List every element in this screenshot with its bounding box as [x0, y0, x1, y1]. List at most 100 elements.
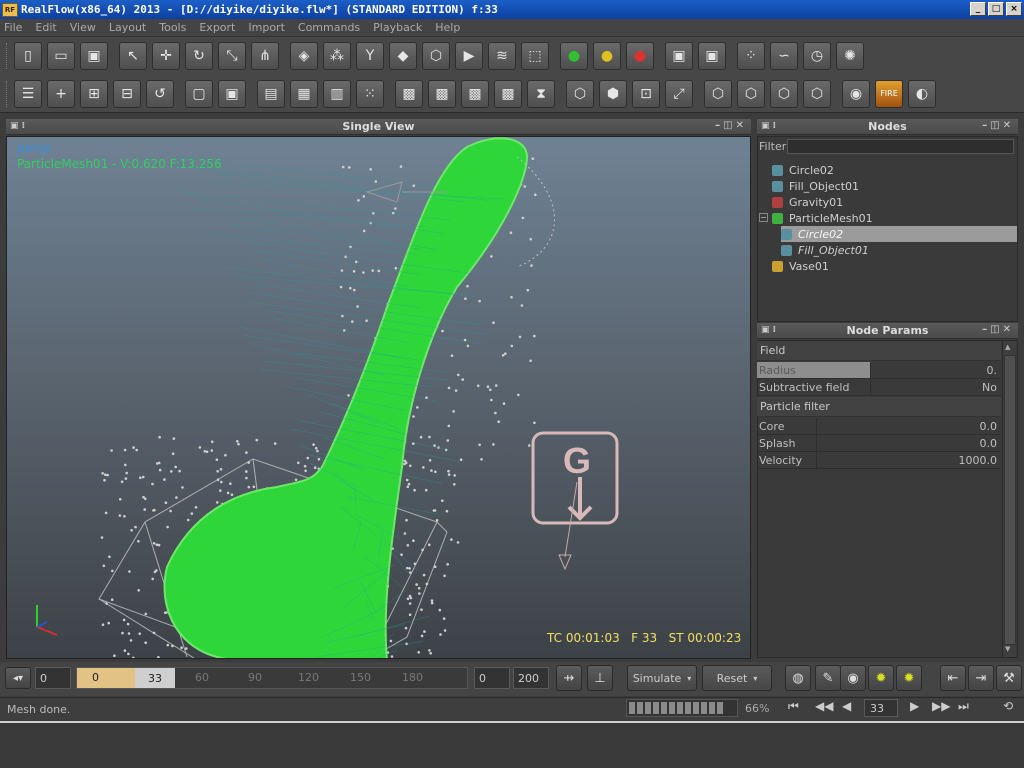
cage-b-icon[interactable]: ⬢ — [599, 79, 627, 108]
clock-icon[interactable]: ◷ — [803, 42, 831, 70]
node-item[interactable]: Vase01 — [772, 258, 1017, 274]
refresh-icon[interactable]: ↺ — [146, 79, 174, 108]
timeline-menu-icon[interactable]: ◂▾ — [5, 667, 31, 689]
scrollbar-thumb[interactable] — [1004, 355, 1016, 645]
object-icon[interactable]: ◈ — [290, 42, 318, 70]
save-red-icon[interactable]: ▣ — [698, 42, 726, 70]
new-scene-icon[interactable]: ▯ — [14, 42, 42, 70]
tree-collapse-icon[interactable]: − — [759, 213, 768, 222]
timeline-current-frame[interactable]: 33 — [135, 668, 175, 688]
frame-c-icon[interactable]: ▩ — [461, 79, 489, 108]
key-icon[interactable]: ⊥ — [587, 665, 613, 691]
filter-input[interactable] — [787, 138, 1014, 154]
batch-icon[interactable]: ⁘ — [737, 42, 765, 70]
menu-view[interactable]: View — [70, 21, 96, 34]
add-icon[interactable]: + — [47, 79, 75, 108]
node-item[interactable]: Circle02 — [772, 162, 1017, 178]
frame-input[interactable]: 33 — [864, 699, 898, 717]
frame-d-icon[interactable]: ▩ — [494, 79, 522, 108]
graph-icon[interactable]: ∽ — [770, 42, 798, 70]
cube-a-icon[interactable]: ⬡ — [704, 79, 732, 108]
panel-menu-icon[interactable]: ▣ ⁞ — [10, 121, 25, 131]
menu-layout[interactable]: Layout — [109, 21, 146, 34]
batch-script-icon[interactable]: ▥ — [323, 79, 351, 108]
close-button[interactable]: × — [1006, 2, 1022, 16]
cube-b-icon[interactable]: ⬡ — [737, 79, 765, 108]
script-icon[interactable]: ▤ — [257, 79, 285, 108]
globe-icon[interactable]: ◍ — [785, 665, 811, 691]
move-icon[interactable]: ✛ — [152, 42, 180, 70]
menu-playback[interactable]: Playback — [373, 21, 422, 34]
panel-menu-icon[interactable]: ▣ ⁞ — [761, 325, 776, 335]
gravity-daemon-icon[interactable]: G — [531, 431, 619, 571]
save-icon[interactable]: ▣ — [80, 42, 108, 70]
gear-yellow-icon[interactable]: ✹ — [868, 665, 894, 691]
simulate-button[interactable]: Simulate ▾ — [627, 665, 697, 691]
menu-commands[interactable]: Commands — [298, 21, 360, 34]
list-icon[interactable]: ☰ — [14, 79, 42, 108]
link-icon[interactable]: ⊞ — [80, 79, 108, 108]
chevron-down-icon[interactable]: ▾ — [753, 674, 757, 683]
param-core-value[interactable]: 0.0 — [817, 418, 1001, 434]
cache-icon[interactable]: ⇸ — [556, 665, 582, 691]
step-forward-icon[interactable]: ▶▶ — [932, 699, 950, 713]
wrench-icon[interactable]: ⚒ — [996, 665, 1022, 691]
loop-icon[interactable]: ⟲ — [1003, 699, 1013, 713]
minimize-button[interactable]: _ — [970, 2, 986, 16]
maximize-button[interactable]: □ — [988, 2, 1004, 16]
eye-icon[interactable]: ◉ — [840, 665, 866, 691]
param-subtractive-value[interactable]: No — [871, 379, 1001, 395]
step-back-icon[interactable]: ◀◀ — [815, 699, 833, 713]
cube-c-icon[interactable]: ⬡ — [770, 79, 798, 108]
panel-window-controls[interactable]: –◫✕ — [982, 120, 1014, 131]
toolbar-grip[interactable] — [6, 80, 10, 107]
yellow-light-icon[interactable]: ● — [593, 42, 621, 70]
axis-icon[interactable]: ⋔ — [251, 42, 279, 70]
node-item[interactable]: Circle02 — [781, 226, 1017, 242]
param-row-splash[interactable]: Splash 0.0 — [757, 435, 1001, 452]
brain-icon[interactable]: ✺ — [836, 42, 864, 70]
save-green-icon[interactable]: ▣ — [665, 42, 693, 70]
expand-icon[interactable]: ⤢ — [665, 79, 693, 108]
rigid-body-icon[interactable]: ⬡ — [422, 42, 450, 70]
scroll-down-icon[interactable]: ▼ — [1005, 645, 1010, 653]
rotate-icon[interactable]: ↻ — [185, 42, 213, 70]
particles-icon[interactable]: ⁂ — [323, 42, 351, 70]
preview-icon[interactable]: ◐ — [908, 79, 936, 108]
param-section-field[interactable]: Field — [757, 341, 1001, 361]
3d-viewport[interactable]: G persp ParticleMesh01 - V:0.620 F:13.25… — [6, 136, 751, 659]
panel-window-controls[interactable]: –◫✕ — [715, 120, 747, 131]
menu-tools[interactable]: Tools — [159, 21, 186, 34]
frame-a-icon[interactable]: ▩ — [395, 79, 423, 108]
panel-menu-icon[interactable]: ▣ ⁞ — [761, 121, 776, 131]
cube-icon[interactable]: ⬚ — [521, 42, 549, 70]
viewport-icon[interactable]: ⊡ — [632, 79, 660, 108]
menu-file[interactable]: File — [4, 21, 22, 34]
camera-icon[interactable]: ▶ — [455, 42, 483, 70]
scale-icon[interactable]: ⤡ — [218, 42, 246, 70]
node-item[interactable]: Fill_Object01 — [781, 242, 1017, 258]
cells-icon[interactable]: ⁙ — [356, 79, 384, 108]
reset-button[interactable]: Reset ▾ — [702, 665, 772, 691]
param-row-subtractive[interactable]: Subtractive field No — [757, 379, 1001, 396]
param-row-core[interactable]: Core 0.0 — [757, 418, 1001, 435]
menu-help[interactable]: Help — [435, 21, 460, 34]
go-to-start-icon[interactable]: ⏮ — [788, 699, 799, 714]
param-row-velocity[interactable]: Velocity 1000.0 — [757, 452, 1001, 469]
unlink-icon[interactable]: ⊟ — [113, 79, 141, 108]
box-icon[interactable]: ▢ — [185, 79, 213, 108]
fire-icon[interactable]: FIRE — [875, 79, 903, 108]
param-row-radius[interactable]: Radius 0. — [757, 362, 1001, 379]
hourglass-icon[interactable]: ⧗ — [527, 79, 555, 108]
mesh-icon[interactable]: ◆ — [389, 42, 417, 70]
menu-export[interactable]: Export — [199, 21, 235, 34]
daemon-icon[interactable]: Y — [356, 42, 384, 70]
open-icon[interactable]: ▭ — [47, 42, 75, 70]
toolbar-grip[interactable] — [6, 43, 10, 69]
export-out-icon[interactable]: ⇥ — [968, 665, 994, 691]
wave-icon[interactable]: ≋ — [488, 42, 516, 70]
play-forward-icon[interactable]: ▶ — [910, 699, 919, 713]
param-radius-value[interactable]: 0. — [871, 362, 1001, 378]
edit-icon[interactable]: ✎ — [815, 665, 841, 691]
node-item[interactable]: Gravity01 — [772, 194, 1017, 210]
